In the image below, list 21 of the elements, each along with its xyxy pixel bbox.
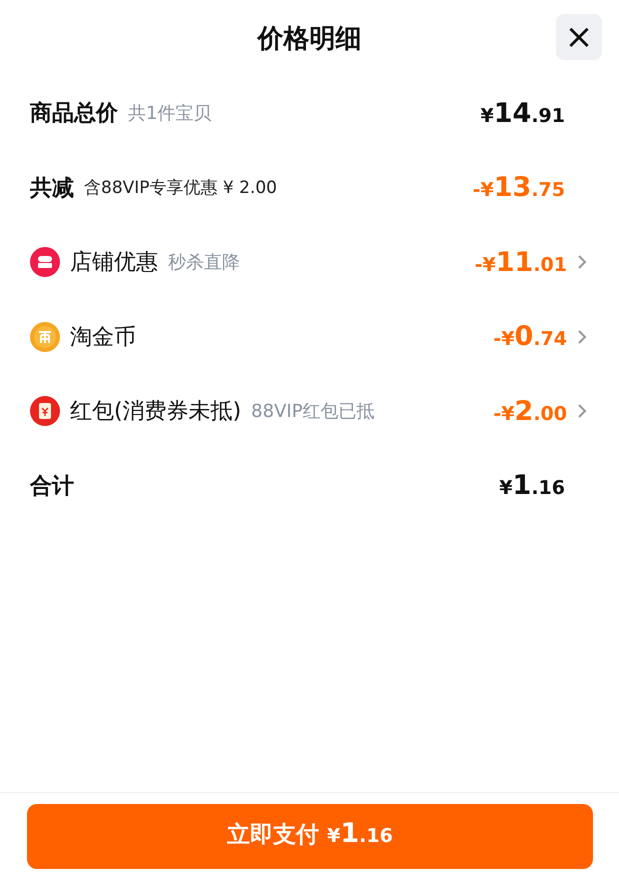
coin-icon (30, 322, 60, 352)
close-button[interactable]: × (556, 14, 602, 60)
price-amount: -¥0.74 (493, 321, 567, 352)
price-amount: ¥1.16 (499, 470, 565, 502)
gift-envelope-icon (30, 396, 60, 426)
row-label: 合计 (30, 472, 74, 501)
row-label: 红包(消费券未抵) (70, 398, 242, 426)
row-note: 秒杀直降 (168, 251, 240, 274)
sheet-title: 价格明细 (258, 22, 362, 56)
row-label: 店铺优惠 (70, 249, 158, 278)
row-note: 含88VIP专享优惠 ¥ 2.00 (84, 177, 278, 200)
row-label: 商品总价 (30, 100, 118, 128)
row-note: 88VIP红包已抵 (251, 400, 375, 424)
price-amount: -¥2.00 (493, 396, 567, 427)
shop-icon (30, 247, 60, 278)
price-amount: ¥14.91 (480, 98, 565, 129)
price-amount: -¥11.01 (474, 246, 567, 278)
row-note: 共1件宝贝 (128, 102, 212, 126)
price-amount: -¥13.75 (472, 172, 565, 204)
row-label: 共减 (30, 174, 74, 203)
row-label: 淘金币 (70, 324, 136, 352)
